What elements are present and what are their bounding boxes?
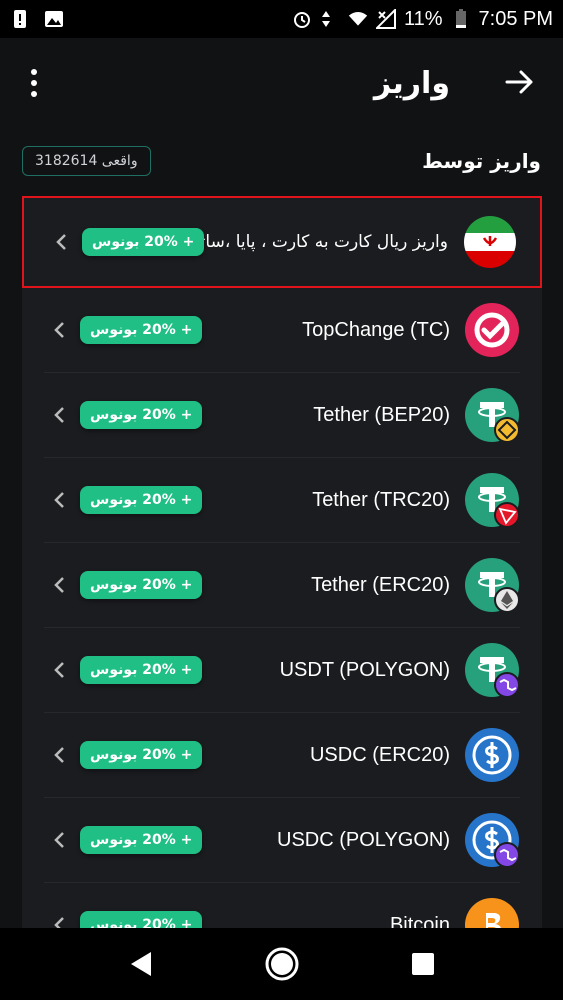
chevron-left-icon	[54, 747, 64, 763]
app-header: واریز	[0, 38, 563, 128]
alarm-icon	[293, 12, 310, 28]
signal-icon	[375, 9, 396, 29]
bonus-badge: + 20% بونوس	[80, 316, 203, 344]
method-item-topchange[interactable]: + 20% بونوس TopChange (TC)	[44, 288, 520, 373]
method-label: Bitcoin	[389, 913, 450, 929]
back-arrow-icon[interactable]	[503, 66, 535, 98]
bonus-badge: + 20% بونوس	[80, 741, 203, 769]
bonus-badge: + 20% بونوس	[80, 911, 203, 928]
page-title: واریز	[373, 66, 450, 101]
image-icon	[45, 11, 63, 27]
section-title: واریز توسط	[422, 149, 541, 173]
chevron-left-icon	[54, 577, 64, 593]
tether-polygon-icon	[465, 643, 520, 698]
alert-icon	[14, 10, 26, 28]
tether-bnb-icon	[465, 388, 520, 443]
bitcoin-icon	[465, 898, 519, 928]
method-label: USDC (ERC20)	[309, 743, 450, 766]
bonus-badge: + 20% بونوس	[80, 826, 203, 854]
tether-eth-icon	[465, 558, 520, 613]
payment-methods-list: + 20% بونوس واریز ریال کارت به کارت ، پا…	[22, 196, 542, 928]
chevron-left-icon	[56, 234, 66, 250]
clock: 7:05 PM	[478, 7, 553, 30]
method-item-usdc-polygon[interactable]: + 20% بونوس USDC (POLYGON)	[44, 798, 520, 883]
section-header: واقعی 3182614 واریز توسط	[22, 142, 541, 180]
method-item-tether-erc20[interactable]: + 20% بونوس Tether (ERC20)	[44, 543, 520, 628]
home-nav-icon[interactable]	[262, 944, 302, 984]
chevron-left-icon	[54, 322, 64, 338]
chevron-left-icon	[54, 832, 64, 848]
usdc-icon	[465, 728, 519, 782]
wifi-icon	[348, 12, 368, 26]
account-chip[interactable]: واقعی 3182614	[22, 146, 151, 176]
chevron-left-icon	[54, 917, 64, 928]
method-label: TopChange (TC)	[302, 318, 450, 341]
chevron-left-icon	[54, 407, 64, 423]
iran-flag-icon	[464, 216, 516, 268]
method-item-usdc-erc20[interactable]: + 20% بونوس USDC (ERC20)	[44, 713, 520, 798]
method-label: USDC (POLYGON)	[277, 828, 450, 851]
chevron-left-icon	[54, 662, 64, 678]
method-label: USDT (POLYGON)	[279, 658, 450, 681]
bonus-badge: + 20% بونوس	[80, 401, 203, 429]
method-item-rial-card[interactable]: + 20% بونوس واریز ریال کارت به کارت ، پا…	[22, 196, 542, 288]
data-arrows-icon	[321, 11, 330, 27]
back-nav-icon[interactable]	[121, 944, 161, 984]
overflow-menu-button[interactable]	[20, 63, 48, 103]
bonus-badge: + 20% بونوس	[80, 571, 203, 599]
method-item-tether-bep20[interactable]: + 20% بونوس Tether (BEP20)	[44, 373, 520, 458]
method-label: واریز ریال کارت به کارت ، پایا ،ساتنا	[204, 232, 448, 252]
bonus-badge: + 20% بونوس	[80, 486, 203, 514]
recents-nav-icon[interactable]	[403, 944, 443, 984]
tether-tron-icon	[465, 473, 520, 528]
topchange-icon	[465, 303, 519, 357]
method-item-usdt-polygon[interactable]: + 20% بونوس USDT (POLYGON)	[44, 628, 520, 713]
usdc-polygon-icon	[465, 813, 520, 868]
method-item-bitcoin[interactable]: + 20% بونوس Bitcoin	[44, 883, 520, 928]
bonus-badge: + 20% بونوس	[82, 228, 205, 256]
method-label: Tether (ERC20)	[311, 573, 450, 596]
bonus-badge: + 20% بونوس	[80, 656, 203, 684]
chevron-left-icon	[54, 492, 64, 508]
system-nav-bar	[0, 928, 563, 1000]
method-item-tether-trc20[interactable]: + 20% بونوس Tether (TRC20)	[44, 458, 520, 543]
method-label: Tether (BEP20)	[313, 403, 450, 426]
battery-percent: 11%	[403, 7, 443, 30]
status-bar: 11% 7:05 PM	[0, 0, 563, 38]
method-label: Tether (TRC20)	[312, 488, 450, 511]
battery-icon	[455, 9, 466, 28]
